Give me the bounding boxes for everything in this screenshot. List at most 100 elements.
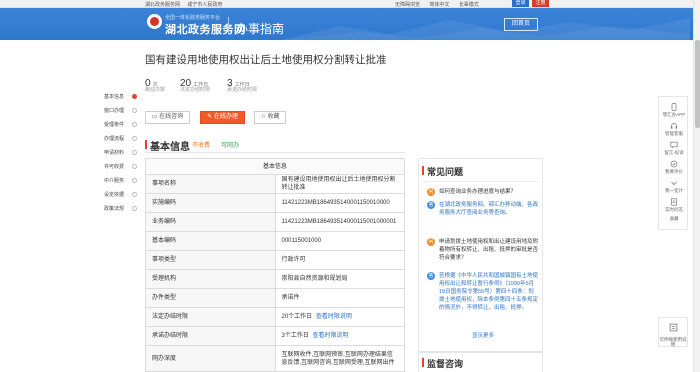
star-icon: ☆ xyxy=(260,114,266,120)
online-consult-label: 在线咨询 xyxy=(159,114,184,120)
phone-icon xyxy=(671,103,677,111)
sidenav-item-process[interactable]: 办理流程 xyxy=(104,135,124,142)
sidenav-item-fees[interactable]: 许可收费 xyxy=(104,163,124,170)
sidenav-item-materials[interactable]: 申请材料 xyxy=(104,149,124,156)
sidenav-item-agency[interactable]: 中介服务 xyxy=(104,177,124,184)
table-row: 网办深度 互联网收件,互联网预审,互联网办理结果信息反馈,互联网咨询,互联网受理… xyxy=(145,345,405,372)
apply-icon: ✎ xyxy=(207,114,213,120)
sidenav-item-window[interactable]: 窗口办理 xyxy=(104,107,124,114)
view-time-limit-link[interactable]: 查看时限说明 xyxy=(313,333,349,339)
float-item-service[interactable]: 智能客服 xyxy=(659,122,689,136)
table-key: 业务编码 xyxy=(145,212,276,232)
faq-panel: 常见问题 问 如何查询业务办理进度与结果？ 答 在湖北政务服务网、鄂汇办移动端、… xyxy=(418,158,543,352)
table-value: 互联网收件,互联网预审,互联网办理结果信息反馈,互联网咨询,互联网受理,互联网出… xyxy=(274,345,405,372)
table-row: 实施编码 11421223MB1864935140001150010000 xyxy=(145,193,405,213)
table-key: 事项类型 xyxy=(145,250,276,270)
show-more-link[interactable]: 显示更多 xyxy=(472,331,494,339)
mountain-decoration-icon xyxy=(280,18,690,40)
usage-guide-label: 可伸缩使用说明 xyxy=(659,337,687,347)
float-item-favorite[interactable]: 收藏 xyxy=(659,215,689,221)
float-item-oneaccount[interactable]: 我一变计 xyxy=(659,179,689,193)
usage-guide-button[interactable]: 可伸缩使用说明 xyxy=(658,317,688,347)
table-row: 事项名称 国有建设用地使用权出让后土地使用权分割转让批准 xyxy=(145,174,405,194)
table-value: 20个工作日 xyxy=(281,314,313,320)
float-label: 我一变计 xyxy=(665,188,683,193)
headset-icon xyxy=(671,123,677,129)
table-header: 基本信息 xyxy=(145,158,405,175)
float-label: 鄂汇办APP xyxy=(662,112,686,117)
login-button[interactable]: 登录 xyxy=(512,0,529,7)
table-value: 11421223MB1864935140001150010000 xyxy=(274,193,405,213)
table-value-cell: 3个工作日 查看时限说明 xyxy=(274,326,405,346)
section-divider xyxy=(145,152,405,153)
sidenav-dot xyxy=(132,178,137,183)
float-item-evaluate[interactable]: 我要评价 xyxy=(659,160,689,174)
view-time-limit-link[interactable]: 查看时限说明 xyxy=(316,314,352,320)
favorite-button[interactable]: ☆ 收藏 xyxy=(254,111,286,124)
online-apply-button[interactable]: ✎ 在线办理 xyxy=(200,111,245,124)
table-row: 业务编码 11421223MB186493514000115001000001 xyxy=(145,212,405,232)
supervise-panel: 监督咨询 xyxy=(418,352,543,372)
float-label: 收藏 xyxy=(669,216,679,221)
float-item-app[interactable]: 鄂汇办APP xyxy=(659,103,689,117)
table-key: 事项名称 xyxy=(145,174,276,194)
sidenav-item-conditions[interactable]: 受理条件 xyxy=(104,121,124,128)
faq-answer: 答 答根据《中华人民共和国城镇国有土地使用权出让和转让暂行条例》（1990年5月… xyxy=(427,272,539,312)
fee-tag: 不收费 xyxy=(192,143,211,149)
faq-question-text: 如何查询业务办理进度与结果？ xyxy=(439,189,517,195)
float-label: 实时问答 xyxy=(665,207,683,212)
table-row: 法定办结时限 20个工作日 查看时限说明 xyxy=(145,307,405,327)
stat-label: 法定办结时限 xyxy=(180,87,211,93)
table-value: 000115001000 xyxy=(274,231,405,251)
page-scrollbar[interactable] xyxy=(693,0,700,372)
stat-label: 跑动次数 xyxy=(145,87,166,93)
faq-answer-text: 在湖北政务服务网、鄂汇办移动端、各政务服务大厅查阅业务等查询。 xyxy=(439,202,539,216)
float-label: 我要评价 xyxy=(665,169,683,174)
stat-legal-limit: 20 工作日 法定办结时限 xyxy=(180,73,211,93)
faq-question[interactable]: 问 申请划拨土地使用权和出让建设用地及附着物所有权转让、出租、抵押的审批是否符合… xyxy=(427,238,539,262)
table-key: 受理机构 xyxy=(145,269,276,289)
guide-icon xyxy=(669,323,677,332)
table-row: 办件类型 承诺件 xyxy=(145,288,405,308)
table-value: 国有建设用地使用权出让后土地使用权分割转让批准 xyxy=(274,174,405,194)
supervise-title: 监督咨询 xyxy=(421,358,464,369)
float-item-message[interactable]: 留言·投诉 xyxy=(659,141,689,155)
answer-icon: 答 xyxy=(427,272,435,280)
table-header-row: 基本信息 xyxy=(145,158,405,175)
document-icon xyxy=(671,198,677,206)
sidenav-dot xyxy=(132,136,137,141)
chat-icon: ▭ xyxy=(151,114,158,120)
sidenav-dot xyxy=(132,192,137,197)
table-key: 办件类型 xyxy=(145,288,276,308)
float-item-qa[interactable]: 实时问答 xyxy=(659,198,689,212)
scrollbar-thumb[interactable] xyxy=(695,40,700,128)
evaluate-icon xyxy=(670,160,678,168)
register-button[interactable]: 注册 xyxy=(532,0,549,7)
chevron-down-icon xyxy=(671,181,677,186)
table-value: 承诺件 xyxy=(274,288,405,308)
faq-answer: 答 在湖北政务服务网、鄂汇办移动端、各政务服务大厅查阅业务等查询。 xyxy=(427,201,539,217)
question-icon: 问 xyxy=(427,238,435,246)
faq-question[interactable]: 问 如何查询业务办理进度与结果？ xyxy=(427,188,539,196)
table-key: 承诺办结时限 xyxy=(145,326,276,346)
header-title: 办事指南 xyxy=(236,22,285,36)
faq-title: 常见问题 xyxy=(421,166,464,177)
floating-toolbar: 鄂汇办APP 智能客服 留言·投诉 我要评价 我一变计 实时问答 收藏 xyxy=(658,96,688,230)
home-button[interactable]: 回首页 xyxy=(504,18,538,31)
sidenav-item-basic-info[interactable]: 基本信息 xyxy=(104,93,124,100)
sidenav-item-basis[interactable]: 设定依据 xyxy=(104,191,124,198)
sidenav-dot xyxy=(132,150,137,155)
online-consult-button[interactable]: ▭ 在线咨询 xyxy=(145,111,190,124)
stat-promised-limit: 3 工作日 承诺办结时限 xyxy=(227,73,257,93)
table-key: 法定办结时限 xyxy=(145,307,276,327)
sidenav-dot-active xyxy=(132,94,137,99)
sidenav-item-policy[interactable]: 政策法规 xyxy=(104,205,124,212)
table-value: 崇阳县自然资源和规划局 xyxy=(274,269,405,289)
float-label: 智能客服 xyxy=(665,131,683,136)
table-key: 实施编码 xyxy=(145,193,276,213)
logo-title[interactable]: 湖北政务服务网 xyxy=(165,21,246,37)
table-value-cell: 20个工作日 查看时限说明 xyxy=(274,307,405,327)
question-icon: 问 xyxy=(427,188,435,196)
basic-info-table: 基本信息 事项名称 国有建设用地使用权出让后土地使用权分割转让批准 实施编码 1… xyxy=(145,158,405,372)
table-row: 承诺办结时限 3个工作日 查看时限说明 xyxy=(145,326,405,346)
